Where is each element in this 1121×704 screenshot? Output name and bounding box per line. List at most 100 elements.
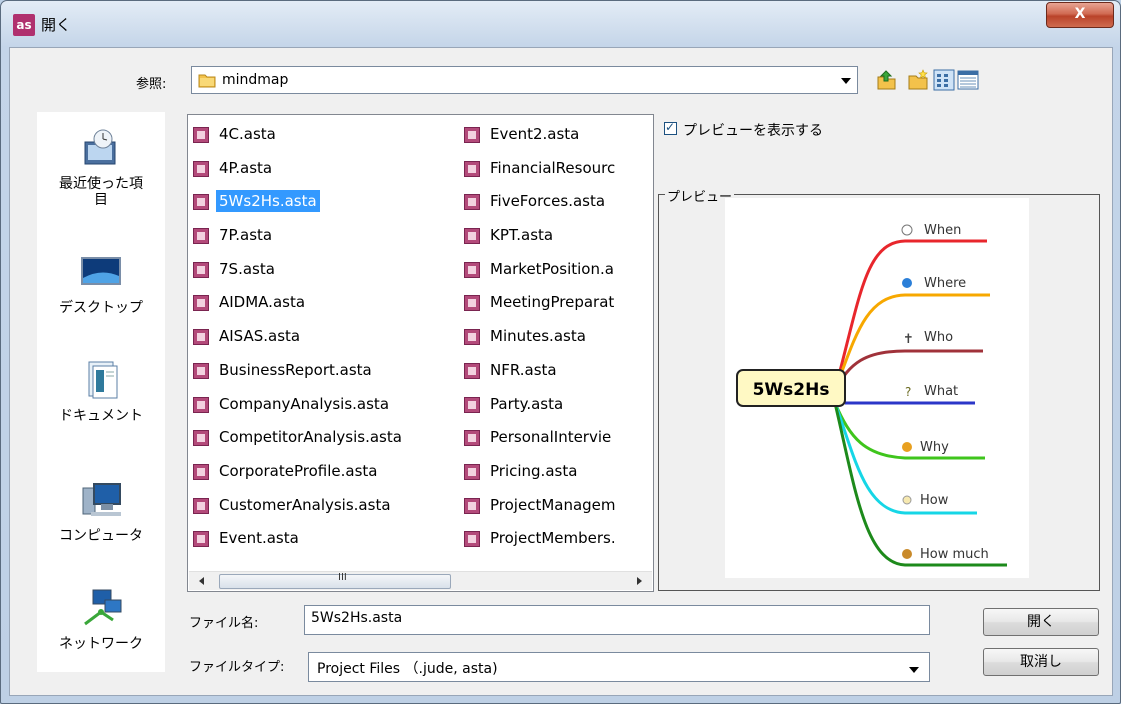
details-view-icon[interactable] (957, 69, 979, 91)
close-button[interactable]: X (1046, 2, 1114, 28)
branch-label: What (924, 384, 958, 399)
open-button[interactable]: 開く (983, 608, 1099, 636)
asta-file-icon (464, 127, 480, 143)
file-item[interactable]: ProjectMembers. (460, 523, 652, 557)
asta-file-icon (464, 228, 480, 245)
place-label: ネットワーク (59, 636, 143, 652)
horizontal-scrollbar[interactable]: III (189, 571, 652, 590)
asta-file-icon (193, 194, 209, 211)
asta-file-icon (193, 261, 209, 278)
place-network[interactable]: ネットワーク (37, 586, 165, 652)
file-item[interactable]: Event2.asta (460, 119, 652, 153)
file-item[interactable]: FiveForces.asta (460, 186, 652, 220)
show-preview-checkbox[interactable] (664, 120, 677, 135)
file-item[interactable]: Party.asta (460, 389, 652, 423)
chevron-down-icon (909, 667, 919, 673)
documents-icon (88, 361, 118, 399)
filename-input[interactable]: 5Ws2Hs.asta (304, 605, 930, 635)
mindmap-preview: 5Ws2Hs When Where ✝ Who ? What Why How H… (736, 223, 1007, 567)
asta-file-icon (464, 396, 480, 413)
title-bar: as 開く X (1, 1, 1120, 47)
asta-file-icon (464, 295, 480, 312)
mindmap-center: 5Ws2Hs (753, 380, 830, 400)
file-item[interactable]: PersonalIntervie (460, 422, 652, 456)
asta-file-icon (193, 463, 209, 480)
asta-file-icon (464, 497, 480, 514)
file-column-2: Event2.asta FinancialResourc FiveForces.… (460, 119, 652, 557)
place-label: ドキュメント (59, 408, 143, 424)
asta-file-icon (464, 329, 480, 346)
folder-icon (198, 74, 216, 88)
show-preview-label: プレビューを表示する (683, 123, 823, 139)
asta-file-icon (464, 430, 480, 447)
cancel-button[interactable]: 取消し (983, 648, 1099, 676)
asta-file-icon (193, 127, 209, 143)
filetype-label: ファイルタイプ: (189, 660, 285, 675)
filename-label: ファイル名: (189, 616, 259, 631)
file-item[interactable]: MeetingPreparat (460, 287, 652, 321)
scroll-left-arrow-icon[interactable] (199, 577, 204, 585)
place-label: デスクトップ (59, 300, 143, 316)
asta-file-icon (193, 160, 209, 177)
asta-file-icon (464, 160, 480, 177)
branch-label: Where (924, 276, 966, 291)
asta-file-icon (464, 194, 480, 211)
filename-value: 5Ws2Hs.asta (311, 610, 403, 626)
file-item[interactable]: MarketPosition.a (460, 254, 652, 288)
place-computer[interactable]: コンピュータ (37, 478, 165, 544)
file-item[interactable]: FinancialResourc (460, 153, 652, 187)
filetype-value: Project Files （.jude, asta) (317, 661, 498, 677)
look-in-combo[interactable]: mindmap (191, 66, 858, 94)
network-icon (84, 589, 122, 626)
astah-icon: as (13, 14, 35, 36)
branch-label: How (920, 493, 949, 508)
look-in-value: mindmap (222, 72, 289, 88)
place-recent[interactable]: 最近使った項 目 (37, 126, 165, 208)
place-documents[interactable]: ドキュメント (37, 358, 165, 424)
asta-file-icon (193, 329, 209, 346)
asta-file-icon (193, 531, 209, 548)
asta-file-icon (193, 228, 209, 245)
file-item[interactable]: NFR.asta (460, 355, 652, 389)
asta-file-icon (193, 295, 209, 312)
scrollbar-grip: III (338, 572, 347, 583)
branch-label: When (924, 223, 961, 238)
place-label: コンピュータ (59, 528, 143, 544)
scroll-right-arrow-icon[interactable] (637, 577, 642, 585)
svg-text:✝: ✝ (903, 332, 914, 347)
file-item[interactable]: Minutes.asta (460, 321, 652, 355)
places-bar: 最近使った項 目 デスクトップ ドキュメント コンピュータ ネットワーク (37, 112, 165, 672)
file-item[interactable]: ProjectManagem (460, 490, 652, 524)
computer-icon (82, 483, 121, 516)
branch-label: Why (920, 440, 949, 455)
preview-image: 5Ws2Hs When Where ✝ Who ? What Why How H… (725, 198, 1029, 578)
open-dialog: as 開く X 参照: mindmap 最近使った項 目 デスクトップ ドキュメ… (0, 0, 1121, 704)
branch-label: How much (920, 547, 989, 562)
scrollbar-thumb[interactable]: III (219, 572, 451, 589)
new-folder-icon[interactable] (907, 69, 929, 91)
file-item[interactable]: Pricing.asta (460, 456, 652, 490)
asta-file-icon (193, 430, 209, 447)
desktop-icon (81, 257, 121, 285)
up-folder-icon[interactable] (875, 69, 897, 91)
asta-file-icon (464, 362, 480, 379)
asta-file-icon (464, 531, 480, 548)
preview-group-label: プレビュー (665, 186, 735, 205)
place-desktop[interactable]: デスクトップ (37, 250, 165, 316)
asta-file-icon (193, 396, 209, 413)
file-item[interactable]: KPT.asta (460, 220, 652, 254)
look-in-label: 参照: (136, 77, 167, 92)
recent-items-icon (84, 129, 116, 165)
svg-text:?: ? (905, 385, 911, 399)
branch-label: Who (924, 330, 953, 345)
filetype-combo[interactable]: Project Files （.jude, asta) (308, 652, 930, 682)
chevron-down-icon (841, 78, 851, 84)
asta-file-icon (464, 261, 480, 278)
list-view-icon[interactable] (933, 69, 955, 91)
asta-file-icon (193, 497, 209, 514)
place-label: 最近使った項 目 (59, 176, 143, 208)
asta-file-icon (193, 362, 209, 379)
file-list[interactable]: 4C.asta 4P.asta 5Ws2Hs.asta 7P.asta 7S.a… (187, 114, 654, 592)
window-title: 開く (41, 16, 72, 34)
asta-file-icon (464, 463, 480, 480)
